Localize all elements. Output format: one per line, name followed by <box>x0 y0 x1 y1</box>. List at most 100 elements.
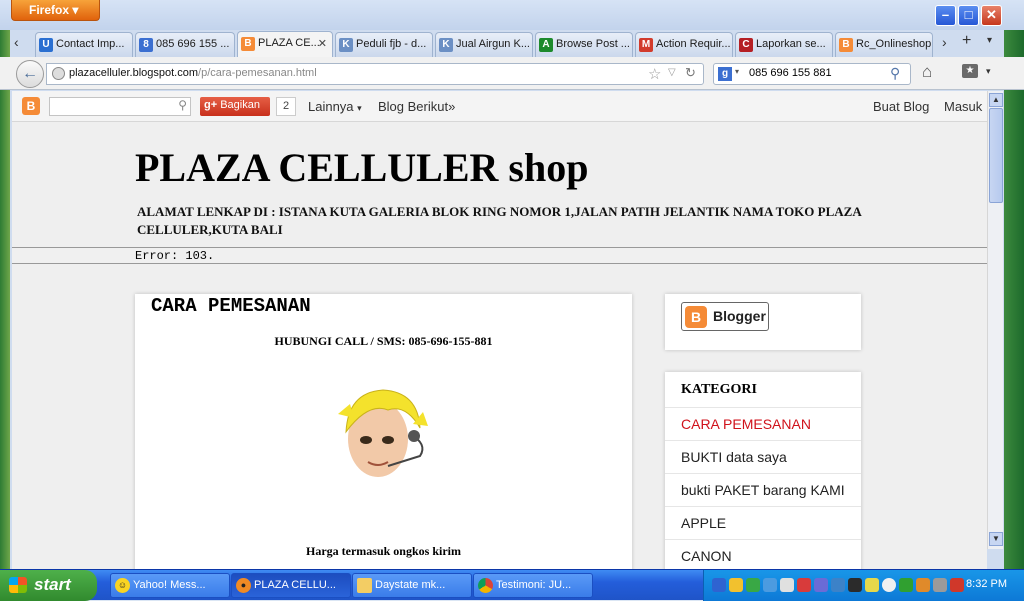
chrome-icon <box>478 578 493 593</box>
clock[interactable]: 8:32 PM <box>966 578 1007 590</box>
new-tab-icon[interactable]: + <box>962 32 971 50</box>
history-dropdown-icon[interactable]: ▽ <box>668 67 676 78</box>
blogger-logo-icon[interactable]: B <box>22 97 40 115</box>
post-card: CARA PEMESANAN HUBUNGI CALL / SMS: 085-6… <box>135 294 632 569</box>
category-item[interactable]: bukti PAKET barang KAMI <box>665 473 861 506</box>
home-icon[interactable]: ⌂ <box>922 62 932 82</box>
start-button[interactable]: start <box>0 570 97 601</box>
category-widget: KATEGORI CARA PEMESANAN BUKTI data saya … <box>665 372 861 569</box>
tab-close-icon[interactable]: ✕ <box>318 37 327 50</box>
globe-icon <box>52 67 65 80</box>
category-title: KATEGORI <box>681 382 757 397</box>
post-title: CARA PEMESANAN <box>151 295 311 317</box>
page-content: PLAZA CELLULER shop ALAMAT LENKAP DI : I… <box>12 122 987 569</box>
back-arrow-icon[interactable]: ← <box>16 60 44 88</box>
category-item[interactable]: CARA PEMESANAN <box>665 407 861 440</box>
volume-icon[interactable] <box>933 578 947 592</box>
bookmarks-icon[interactable]: ★ <box>962 64 978 78</box>
category-item[interactable]: BUKTI data saya <box>665 440 861 473</box>
cloud-icon[interactable] <box>865 578 879 592</box>
yahoo-messenger-icon: ☺ <box>115 578 130 593</box>
browser-window: Firefox ▾ – □ ✕ ‹ U Contact Imp... 8 085 6… <box>0 0 1024 569</box>
navigation-bar: ← plazacelluler.blogspot.com/p/cara-peme… <box>0 57 1024 90</box>
desktop-edge-right <box>1004 30 1024 569</box>
tab-0[interactable]: U Contact Imp... <box>35 32 133 57</box>
url-bar[interactable]: plazacelluler.blogspot.com/p/cara-pemesa… <box>46 63 704 85</box>
title-bar: Firefox ▾ – □ ✕ <box>0 0 1024 30</box>
taskbar-button[interactable]: Testimoni: JU... <box>473 573 593 598</box>
blog-search-input[interactable]: ⚲ <box>49 97 191 116</box>
connection-icon[interactable] <box>831 578 845 592</box>
chat-icon[interactable] <box>882 578 896 592</box>
login-link[interactable]: Masuk <box>944 99 982 114</box>
search-value: 085 696 155 881 <box>749 67 832 79</box>
scroll-down-icon[interactable]: ▼ <box>989 532 1003 546</box>
tab-bar: ‹ U Contact Imp... 8 085 696 155 ... B PLAZ… <box>0 30 1024 57</box>
chevron-down-icon: ▾ <box>357 103 362 113</box>
alert-icon[interactable] <box>797 578 811 592</box>
battery-icon[interactable] <box>916 578 930 592</box>
tab-4[interactable]: K Jual Airgun K... <box>435 32 533 57</box>
more-menu[interactable]: Lainnya ▾ <box>308 99 362 114</box>
firefox-icon: ● <box>236 578 251 593</box>
update-icon[interactable] <box>746 578 760 592</box>
url-host: plazacelluler.blogspot.com <box>69 67 199 79</box>
search-engine-dropdown-icon[interactable]: ▾ <box>735 67 739 76</box>
taskbar-button[interactable]: ☺ Yahoo! Mess... <box>110 573 230 598</box>
desktop-edge-left <box>0 30 10 569</box>
search-icon[interactable]: ⚲ <box>890 65 900 82</box>
display-icon[interactable] <box>814 578 828 592</box>
tab-6[interactable]: M Action Requir... <box>635 32 733 57</box>
tab-5[interactable]: A Browse Post ... <box>535 32 633 57</box>
vertical-scrollbar[interactable]: ▲ ▼ <box>987 91 1003 549</box>
firefox-menu-button[interactable]: Firefox ▾ <box>11 0 100 21</box>
blogger-badge[interactable]: B Blogger <box>681 302 769 331</box>
error-bar: Error: 103. <box>12 247 987 264</box>
close-button[interactable]: ✕ <box>981 5 1002 26</box>
security-icon[interactable] <box>950 578 964 592</box>
share-button[interactable]: g+ Bagikan <box>200 97 270 116</box>
post-price-line: Harga termasuk ongkos kirim <box>305 544 461 558</box>
tab-1[interactable]: 8 085 696 155 ... <box>135 32 235 57</box>
tab-8[interactable]: B Rc_Onlineshop <box>835 32 933 57</box>
operator-avatar-image <box>338 389 428 477</box>
tab-scroll-right-icon[interactable]: › <box>942 34 947 50</box>
post-call-line: HUBUNGI CALL / SMS: 085-696-155-881 <box>274 334 493 348</box>
tab-scroll-left-icon[interactable]: ‹ <box>14 34 19 50</box>
blogger-navbar: B ⚲ g+ Bagikan 2 Lainnya ▾ Blog Berikut»… <box>12 91 987 122</box>
next-blog-link[interactable]: Blog Berikut» <box>378 99 455 114</box>
windows-logo-icon <box>9 577 27 593</box>
search-icon[interactable]: ⚲ <box>178 98 187 112</box>
site-description: ALAMAT LENKAP DI : ISTANA KUTA GALERIA B… <box>137 204 862 237</box>
tab-list-icon[interactable]: ▾ <box>987 35 992 46</box>
create-blog-link[interactable]: Buat Blog <box>873 99 929 114</box>
network-icon[interactable] <box>712 578 726 592</box>
antivirus-icon[interactable] <box>899 578 913 592</box>
category-item[interactable]: APPLE <box>665 506 861 539</box>
app-tray-icon[interactable] <box>848 578 862 592</box>
taskbar-button[interactable]: Daystate mk... <box>352 573 472 598</box>
bookmarks-dropdown-icon[interactable]: ▾ <box>986 66 991 77</box>
taskbar: start ☺ Yahoo! Mess... ● PLAZA CELLU... Da… <box>0 569 1024 601</box>
scroll-up-icon[interactable]: ▲ <box>989 93 1003 107</box>
blogger-icon: B <box>685 306 707 328</box>
url-path: /p/cara-pemesanan.html <box>198 67 317 79</box>
sync-icon[interactable] <box>763 578 777 592</box>
share-count: 2 <box>276 97 296 116</box>
tab-3[interactable]: K Peduli fjb - d... <box>335 32 433 57</box>
system-tray: 8:32 PM <box>703 570 1024 601</box>
user-icon[interactable] <box>780 578 794 592</box>
tab-7[interactable]: C Laporkan se... <box>735 32 833 57</box>
taskbar-button-active[interactable]: ● PLAZA CELLU... <box>231 573 351 598</box>
site-title[interactable]: PLAZA CELLULER shop <box>135 144 588 191</box>
reload-icon[interactable]: ↻ <box>685 65 696 81</box>
scroll-thumb[interactable] <box>989 108 1003 203</box>
minimize-button[interactable]: – <box>935 5 956 26</box>
google-icon[interactable]: g <box>718 67 732 81</box>
tab-2-active[interactable]: B PLAZA CE... ✕ <box>237 31 333 57</box>
messenger-tray-icon[interactable] <box>729 578 743 592</box>
maximize-button[interactable]: □ <box>958 5 979 26</box>
bookmark-star-icon[interactable]: ☆ <box>648 65 661 83</box>
search-box[interactable]: g ▾ 085 696 155 881 ⚲ <box>713 63 911 85</box>
category-item[interactable]: CANON <box>665 539 861 569</box>
